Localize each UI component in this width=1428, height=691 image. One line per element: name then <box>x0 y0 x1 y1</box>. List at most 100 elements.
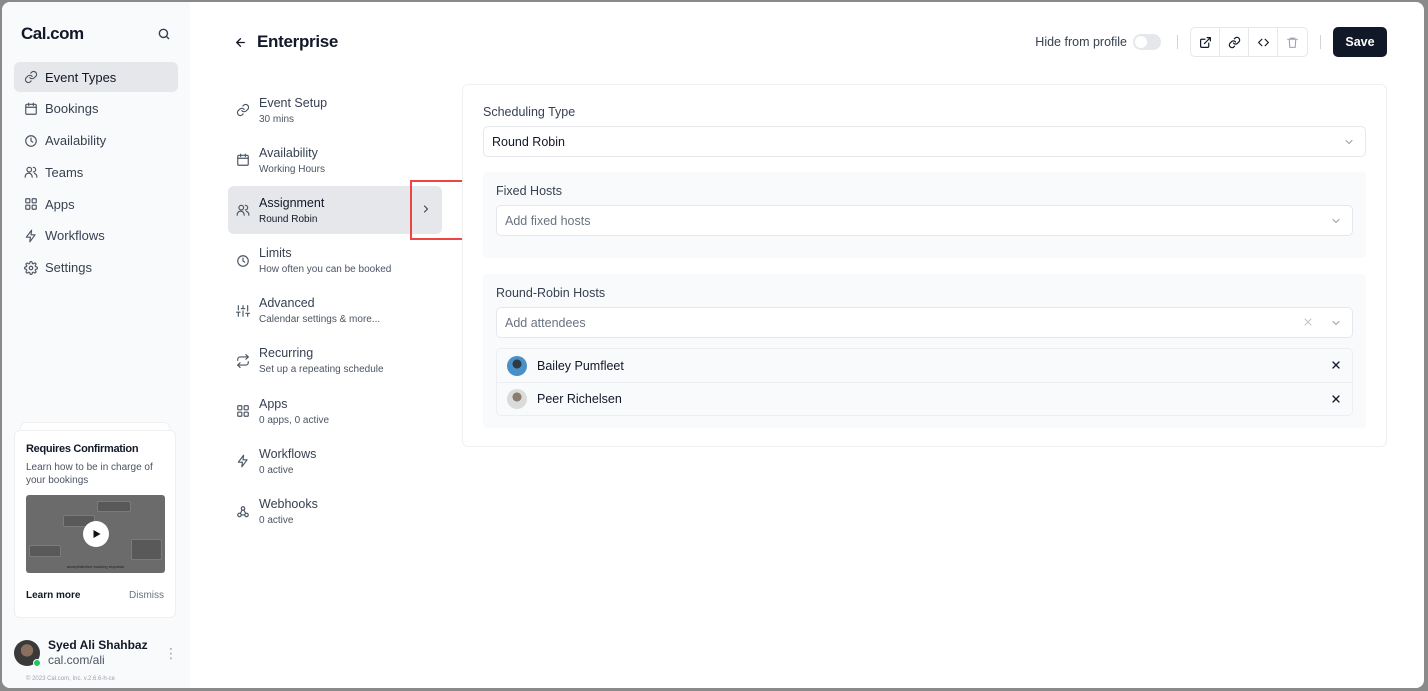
sidebar-item-label: Bookings <box>45 101 99 117</box>
external-link-icon <box>1199 36 1211 48</box>
tab-subtitle: Calendar settings & more... <box>259 314 381 326</box>
host-name: Bailey Pumfleet <box>537 358 624 373</box>
scheduling-type-value: Round Robin <box>492 134 565 149</box>
save-button[interactable]: Save <box>1333 27 1387 57</box>
tab-webhooks[interactable]: Webhooks 0 active <box>228 488 444 536</box>
tab-advanced[interactable]: Advanced Calendar settings & more... <box>228 287 444 335</box>
tab-recurring[interactable]: Recurring Set up a repeating schedule <box>228 337 444 385</box>
tab-subtitle: 0 apps, 0 active <box>259 414 330 426</box>
sidebar-item-label: Teams <box>45 164 84 180</box>
copy-link-button[interactable] <box>1220 28 1249 56</box>
video-frame-box <box>97 501 131 512</box>
sliders-icon <box>236 304 250 318</box>
gear-icon <box>24 260 38 275</box>
zap-icon <box>236 454 250 468</box>
preview-button[interactable] <box>1191 28 1220 56</box>
tab-workflows[interactable]: Workflows 0 active <box>228 437 444 485</box>
user-menu[interactable]: Syed Ali Shahbaz cal.com/ali ⋮ <box>14 638 178 667</box>
chevron-down-icon <box>1330 215 1342 227</box>
tab-title: Availability <box>259 145 318 160</box>
tab-subtitle: 0 active <box>259 515 294 526</box>
link-icon <box>24 70 38 84</box>
page-title: Enterprise <box>257 32 339 51</box>
sidebar-item-apps[interactable]: Apps <box>14 189 178 219</box>
clock-icon <box>24 134 38 148</box>
sidebar-item-label: Workflows <box>45 228 105 244</box>
remove-host-icon[interactable] <box>1330 359 1342 371</box>
embed-button[interactable] <box>1249 28 1278 56</box>
users-icon <box>24 165 38 179</box>
tab-title: Event Setup <box>259 95 328 110</box>
tab-apps[interactable]: Apps 0 apps, 0 active <box>228 387 444 435</box>
users-icon <box>236 203 250 217</box>
divider <box>1177 35 1178 49</box>
tab-title: Workflows <box>259 446 317 461</box>
tab-subtitle: 0 active <box>259 464 294 476</box>
rr-hosts-label: Round-Robin Hosts <box>496 286 606 300</box>
tab-availability[interactable]: Availability Working Hours <box>228 136 444 184</box>
sidebar-item-availability[interactable]: Availability <box>14 126 178 156</box>
clock-icon <box>236 254 250 268</box>
tab-assignment[interactable]: Assignment Round Robin <box>228 186 442 235</box>
scheduling-type-select[interactable]: Round Robin <box>483 126 1366 157</box>
video-frame-box <box>29 545 61 557</box>
grid-icon <box>236 404 250 418</box>
video-caption: accept/decline booking requests <box>66 564 125 569</box>
copyright: © 2023 Cal.com, Inc. v.2.6.6-h-ce <box>26 676 116 682</box>
fixed-hosts-select[interactable]: Add fixed hosts <box>496 205 1353 236</box>
tab-title: Apps <box>259 396 288 411</box>
promo-title: Requires Confirmation <box>26 443 139 455</box>
play-button[interactable] <box>83 521 109 547</box>
fixed-hosts-placeholder: Add fixed hosts <box>505 213 591 228</box>
calendar-icon <box>236 153 250 167</box>
sidebar-item-workflows[interactable]: Workflows <box>14 221 178 251</box>
chevron-right-icon <box>420 203 432 215</box>
event-settings-tabs: Event Setup 30 mins Availability Working H… <box>228 86 444 538</box>
sidebar-nav: Event Types Bookings Availability Teams … <box>2 62 190 283</box>
tab-limits[interactable]: Limits How often you can be booked <box>228 237 444 285</box>
brand-logo[interactable]: Cal.com <box>21 24 84 44</box>
promo-video-thumbnail[interactable]: accept/decline booking requests <box>26 495 165 573</box>
sidebar: Cal.com Event Types Bookings Availabilit… <box>2 2 190 688</box>
avatar <box>507 355 527 376</box>
play-icon <box>93 530 101 538</box>
sidebar-item-label: Apps <box>45 196 75 212</box>
hide-from-profile-toggle[interactable] <box>1133 34 1161 50</box>
user-handle: cal.com/ali <box>48 653 105 667</box>
tab-event-setup[interactable]: Event Setup 30 mins <box>228 86 444 134</box>
list-item: Bailey Pumfleet <box>497 349 1352 382</box>
sidebar-item-bookings[interactable]: Bookings <box>14 94 178 124</box>
clear-icon[interactable] <box>1302 316 1314 328</box>
delete-button[interactable] <box>1278 28 1307 56</box>
sidebar-item-event-types[interactable]: Event Types <box>14 62 178 92</box>
tab-title: Limits <box>259 246 292 261</box>
learn-more-link[interactable]: Learn more <box>26 590 80 601</box>
more-vertical-icon[interactable]: ⋮ <box>164 646 178 660</box>
code-icon <box>1257 38 1269 46</box>
user-name: Syed Ali Shahbaz <box>48 638 148 652</box>
rr-hosts-select[interactable]: Add attendees <box>496 307 1353 338</box>
zap-icon <box>24 229 38 243</box>
sidebar-item-label: Availability <box>45 133 107 149</box>
search-icon[interactable] <box>154 24 174 44</box>
chevron-down-icon <box>1330 317 1342 329</box>
grid-icon <box>24 197 38 211</box>
fixed-hosts-label: Fixed Hosts <box>496 184 562 198</box>
toolbar: Hide from profile Save <box>1035 27 1387 57</box>
sidebar-item-teams[interactable]: Teams <box>14 157 178 187</box>
dismiss-button[interactable]: Dismiss <box>129 590 164 601</box>
tab-title: Advanced <box>259 296 315 311</box>
main-content: Enterprise Hide from profile Save Event … <box>190 2 1424 688</box>
sidebar-item-label: Settings <box>45 260 92 276</box>
back-arrow-icon[interactable] <box>234 36 247 49</box>
list-item: Peer Richelsen <box>497 382 1352 415</box>
host-name: Peer Richelsen <box>537 392 622 406</box>
tab-subtitle: 30 mins <box>259 113 295 125</box>
rr-host-list: Bailey Pumfleet Peer Richelsen <box>496 348 1353 416</box>
video-frame-box <box>131 539 162 560</box>
tab-subtitle: How often you can be booked <box>259 264 392 276</box>
remove-host-icon[interactable] <box>1330 393 1342 405</box>
sidebar-item-settings[interactable]: Settings <box>14 253 178 283</box>
online-status-indicator <box>33 658 41 667</box>
divider <box>1320 35 1321 49</box>
